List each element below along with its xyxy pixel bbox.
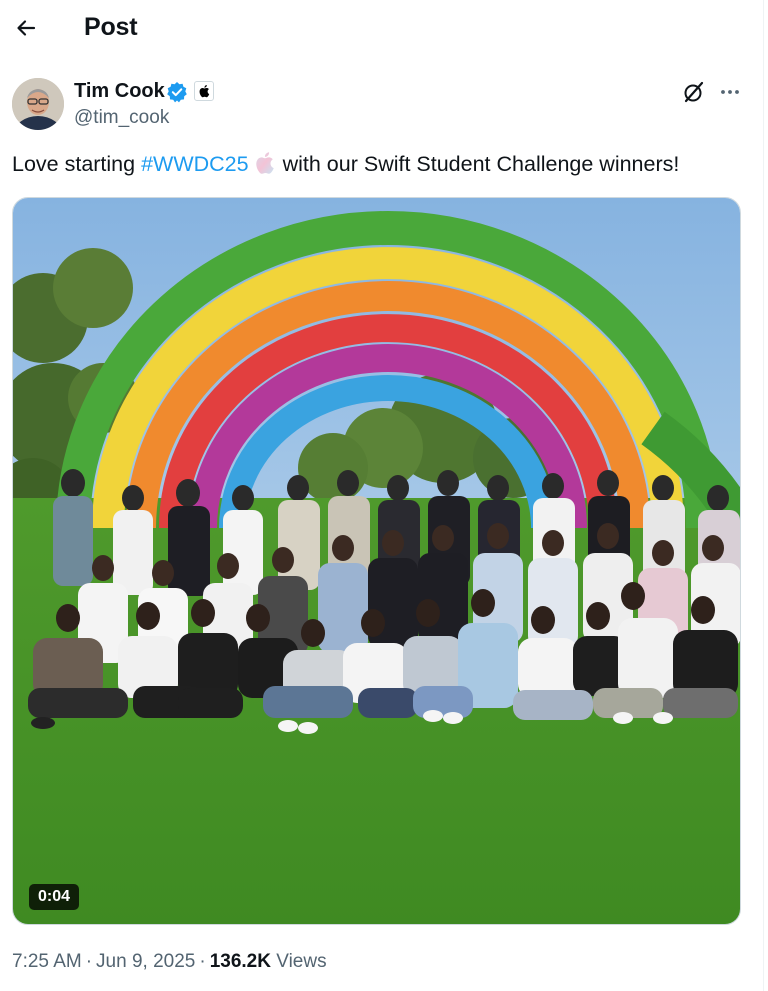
column-border xyxy=(763,0,764,991)
video-thumbnail xyxy=(13,198,740,924)
more-options-button[interactable] xyxy=(716,78,744,106)
avatar[interactable] xyxy=(12,78,64,130)
post-text-end: with our Swift Student Challenge winners… xyxy=(282,152,680,176)
post-meta: 7:25 AM · Jun 9, 2025 · 136.2K Views xyxy=(12,951,327,973)
post-text-start: Love starting xyxy=(12,152,142,176)
wwdc-apple-hashflag-icon xyxy=(255,152,274,174)
author-name[interactable]: Tim Cook xyxy=(74,80,165,103)
video-duration-badge: 0:04 xyxy=(29,884,80,910)
post-time[interactable]: 7:25 AM xyxy=(12,951,82,972)
hashtag-link[interactable]: #WWDC25 xyxy=(141,152,249,176)
meta-separator: · xyxy=(85,951,93,972)
post-text: Love starting #WWDC25 with our Swift Stu… xyxy=(12,152,679,177)
views-label: Views xyxy=(276,951,327,972)
meta-separator: · xyxy=(199,951,206,972)
arrow-left-icon xyxy=(17,20,36,36)
top-bar: Post xyxy=(0,0,760,58)
more-dots-icon xyxy=(721,90,739,94)
grok-button[interactable] xyxy=(680,78,708,106)
post-date[interactable]: Jun 9, 2025 xyxy=(96,951,195,972)
avatar-image xyxy=(12,78,64,130)
apple-logo-icon xyxy=(199,85,210,98)
grok-icon xyxy=(684,81,704,103)
views-count: 136.2K xyxy=(209,951,271,972)
page-title: Post xyxy=(84,13,138,41)
author-handle[interactable]: @tim_cook xyxy=(74,107,169,129)
affiliate-badge[interactable] xyxy=(194,81,214,101)
back-button[interactable] xyxy=(8,10,44,46)
video-player[interactable]: 0:04 xyxy=(12,197,741,925)
verified-badge-icon xyxy=(167,82,187,103)
